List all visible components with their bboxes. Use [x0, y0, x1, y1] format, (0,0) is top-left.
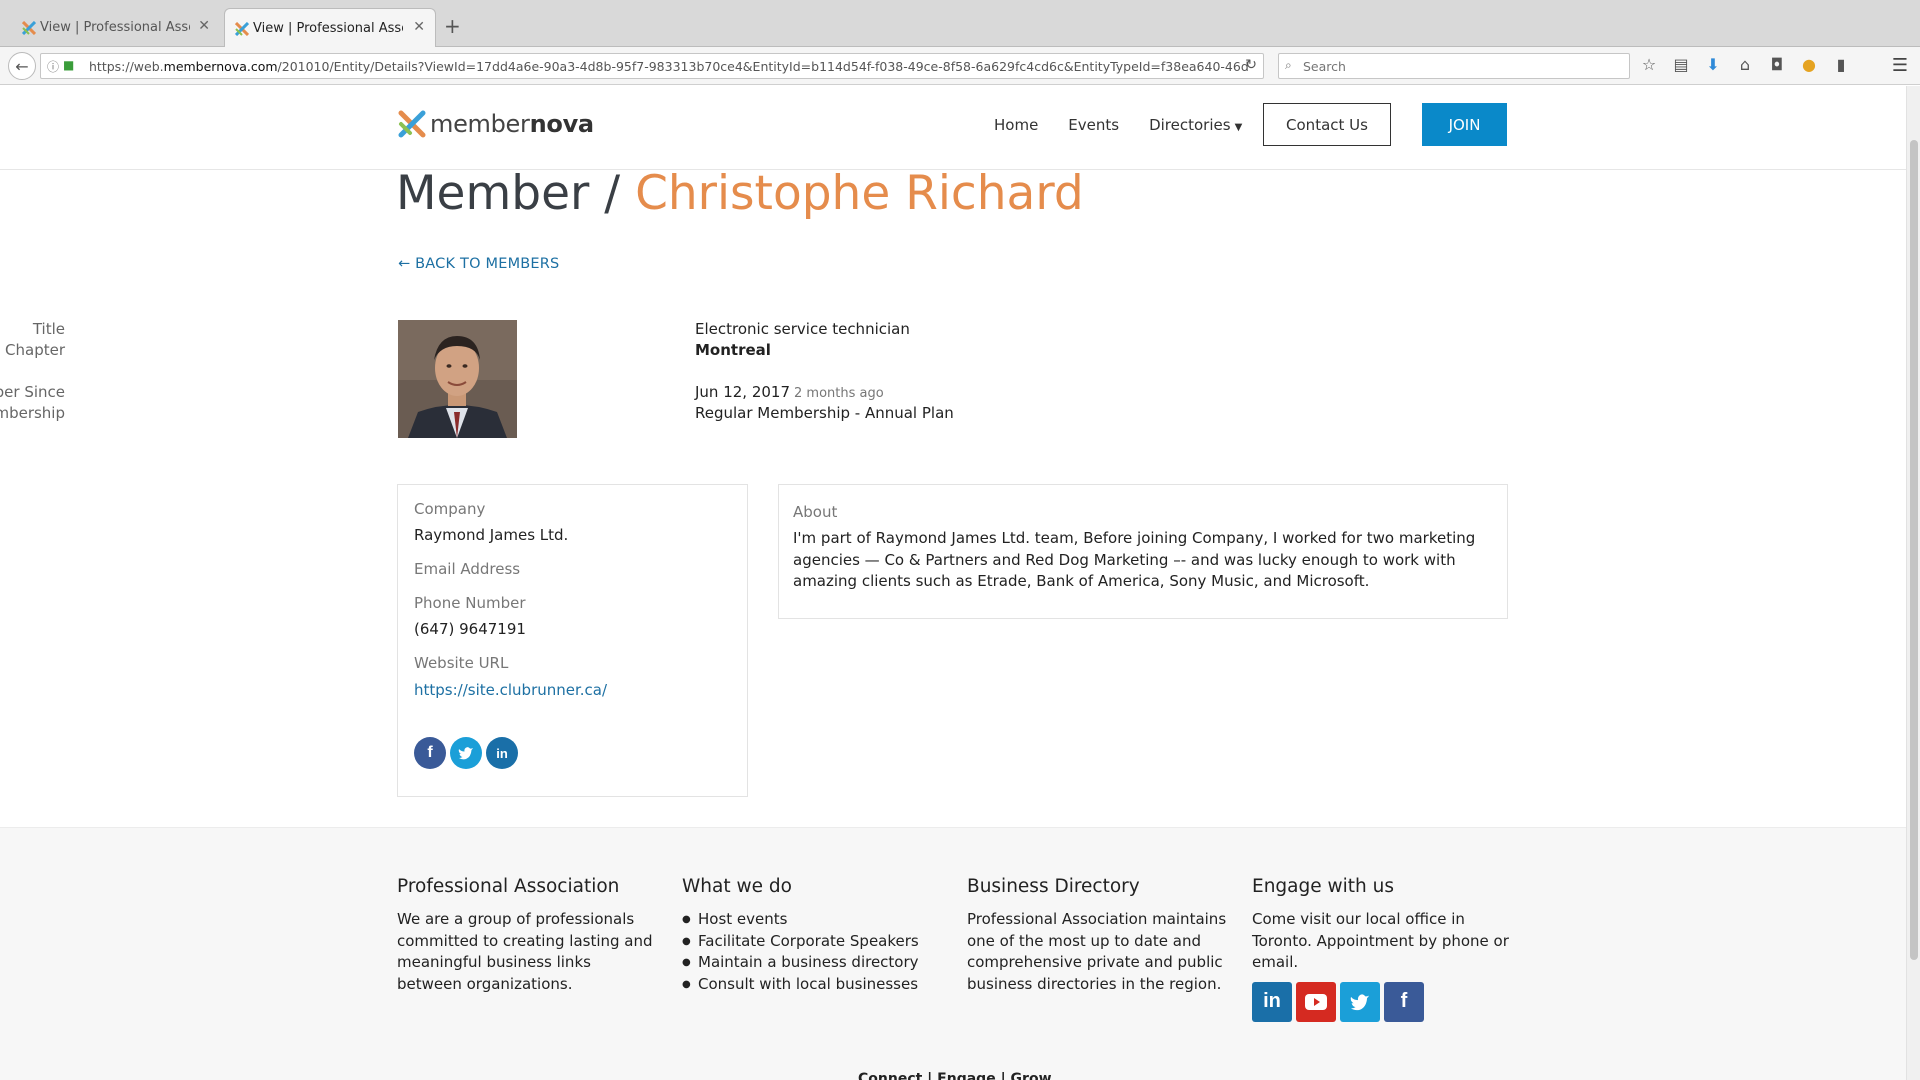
- main-nav: Home Events Directories ▼: [994, 116, 1242, 134]
- about-label: About: [793, 503, 838, 521]
- twitter-icon[interactable]: [450, 737, 482, 769]
- footer-list: Host events Facilitate Corporate Speaker…: [658, 909, 944, 995]
- extension-icon[interactable]: ●: [1800, 55, 1818, 74]
- close-tab-icon[interactable]: ✕: [413, 19, 425, 35]
- facebook-icon[interactable]: f: [414, 737, 446, 769]
- browser-tab-active[interactable]: View | Professional Associatio ✕: [224, 8, 436, 48]
- browser-search-input[interactable]: [1303, 57, 1613, 75]
- home-icon[interactable]: ⌂: [1736, 55, 1754, 74]
- list-item: Maintain a business directory: [658, 952, 944, 974]
- reload-icon[interactable]: ↻: [1245, 57, 1257, 73]
- facebook-icon[interactable]: f: [1384, 981, 1424, 1022]
- member-avatar: [398, 320, 517, 438]
- lock-icon[interactable]: ■: [63, 58, 74, 72]
- footer-text: Come visit our local office in Toronto. …: [1252, 910, 1509, 971]
- page-title: Member / Christophe Richard: [396, 166, 1084, 221]
- phone-value: (647) 9647191: [414, 620, 526, 638]
- footer-col-association: Professional Association We are a group …: [397, 876, 659, 995]
- chapter-value: Montreal: [695, 341, 771, 359]
- back-to-members-link[interactable]: ← BACK TO MEMBERS: [398, 256, 559, 272]
- website-label: Website URL: [414, 654, 509, 672]
- list-item: Consult with local businesses: [658, 974, 944, 996]
- nav-directories[interactable]: Directories ▼: [1149, 116, 1242, 134]
- member-since-ago: 2 months ago: [794, 386, 884, 401]
- footer-text: We are a group of professionals committe…: [397, 910, 653, 993]
- contact-us-button[interactable]: Contact Us: [1263, 103, 1391, 146]
- pocket-icon[interactable]: ◘: [1768, 55, 1786, 74]
- close-tab-icon[interactable]: ✕: [198, 18, 210, 34]
- member-social-links: f in: [414, 737, 518, 769]
- membernova-logo-icon: [398, 110, 426, 138]
- browser-toolbar: ☆ ▤ ⬇ ⌂ ◘ ● ▮: [1640, 55, 1850, 74]
- nav-events[interactable]: Events: [1068, 116, 1119, 134]
- member-since-value: Jun 12, 2017 2 months ago: [695, 383, 884, 401]
- url-text[interactable]: https://web.membernova.com/201010/Entity…: [89, 59, 1249, 74]
- membernova-favicon-icon: [22, 21, 36, 35]
- new-tab-icon[interactable]: +: [444, 14, 461, 38]
- contact-card: Company Raymond James Ltd. Email Address…: [397, 484, 748, 797]
- back-arrow-icon[interactable]: ←: [8, 52, 36, 80]
- footer-tagline: Connect | Engage | Grow: [858, 1071, 1052, 1080]
- browser-navbar: ← ⓘ ■ https://web.membernova.com/201010/…: [0, 47, 1920, 85]
- tab-label: View | Professional Associatio: [40, 20, 190, 35]
- footer-social-links: in f: [1252, 981, 1514, 1022]
- scrollbar-thumb[interactable]: [1910, 140, 1918, 960]
- footer-col-directory: Business Directory Professional Associat…: [967, 876, 1229, 995]
- chapter-label: Chapter: [5, 341, 65, 359]
- footer-text: Professional Association maintains one o…: [967, 910, 1227, 993]
- company-label: Company: [414, 500, 486, 518]
- browser-tabstrip: View | Professional Associatio ✕ View | …: [0, 0, 1920, 48]
- website-link[interactable]: https://site.clubrunner.ca/: [414, 681, 607, 699]
- list-item: Facilitate Corporate Speakers: [658, 931, 944, 953]
- email-label: Email Address: [414, 560, 521, 578]
- join-button[interactable]: JOIN: [1422, 103, 1507, 146]
- footer-heading: What we do: [682, 876, 792, 897]
- web-page: membernova Home Events Directories ▼ Cont…: [0, 86, 1920, 1080]
- footer-col-engage: Engage with us Come visit our local offi…: [1252, 876, 1514, 1022]
- title-value: Electronic service technician: [695, 320, 910, 338]
- about-card: About I'm part of Raymond James Ltd. tea…: [778, 484, 1508, 619]
- youtube-icon[interactable]: [1296, 981, 1336, 1022]
- browser-tab[interactable]: View | Professional Associatio ✕: [12, 8, 220, 47]
- address-bar[interactable]: ⓘ ■ https://web.membernova.com/201010/En…: [40, 53, 1264, 79]
- bookmark-star-icon[interactable]: ☆: [1640, 55, 1658, 74]
- title-label: Title: [32, 320, 65, 338]
- info-icon[interactable]: ⓘ: [47, 58, 59, 75]
- site-header: membernova Home Events Directories ▼ Cont…: [0, 86, 1906, 170]
- member-name: Christophe Richard: [635, 166, 1084, 221]
- footer-heading: Engage with us: [1252, 876, 1394, 897]
- download-icon[interactable]: ⬇: [1704, 55, 1722, 74]
- membership-value: Regular Membership - Annual Plan: [695, 404, 954, 422]
- page-scrollbar[interactable]: [1906, 86, 1920, 1080]
- footer-heading: Professional Association: [397, 876, 620, 897]
- linkedin-icon[interactable]: in: [1252, 981, 1292, 1022]
- browser-search-box[interactable]: ⌕: [1278, 53, 1630, 79]
- footer-col-what-we-do: What we do Host events Facilitate Corpor…: [682, 876, 944, 995]
- logo-text: membernova: [430, 110, 594, 138]
- caret-down-icon: ▼: [1234, 122, 1243, 133]
- member-photo: [398, 320, 517, 438]
- twitter-icon[interactable]: [1340, 981, 1380, 1022]
- hamburger-menu-icon[interactable]: ☰: [1892, 55, 1908, 76]
- membership-label: Membership: [0, 404, 65, 422]
- about-text: I'm part of Raymond James Ltd. team, Bef…: [793, 529, 1476, 590]
- phone-label: Phone Number: [414, 594, 526, 612]
- company-value: Raymond James Ltd.: [414, 526, 569, 544]
- list-item: Host events: [658, 909, 944, 931]
- member-since-label: Member Since: [0, 383, 65, 401]
- site-footer: Professional Association We are a group …: [0, 827, 1906, 1080]
- membernova-logo[interactable]: membernova: [398, 110, 594, 138]
- search-icon: ⌕: [1285, 58, 1292, 72]
- nav-home[interactable]: Home: [994, 116, 1038, 134]
- reading-list-icon[interactable]: ▤: [1672, 55, 1690, 74]
- clipboard-icon[interactable]: ▮: [1832, 55, 1850, 74]
- tab-label: View | Professional Associatio: [253, 21, 403, 36]
- footer-heading: Business Directory: [967, 876, 1140, 897]
- membernova-favicon-icon: [235, 22, 249, 36]
- linkedin-icon[interactable]: in: [486, 737, 518, 769]
